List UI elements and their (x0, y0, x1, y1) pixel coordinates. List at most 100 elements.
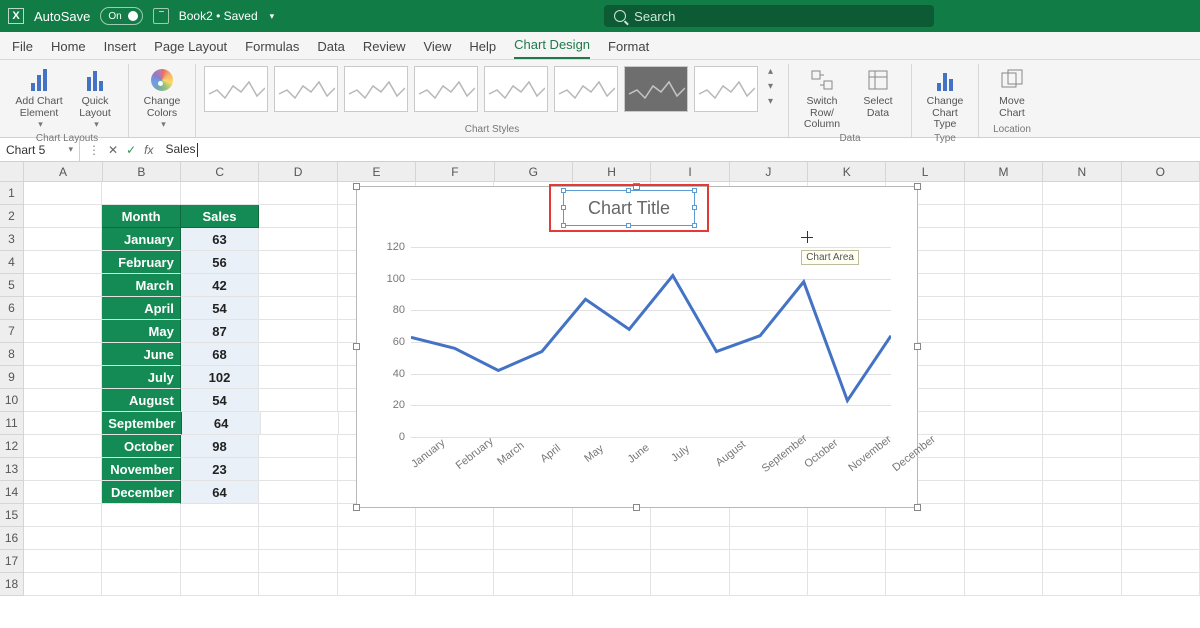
chart-style-thumb[interactable] (414, 66, 478, 112)
cell[interactable] (1043, 527, 1121, 550)
chart-plot-area[interactable]: 020406080100120JanuaryFebruaryMarchApril… (377, 243, 897, 499)
cell[interactable] (24, 550, 102, 573)
row-header[interactable]: 11 (0, 412, 24, 435)
cell[interactable] (494, 573, 572, 596)
cell[interactable] (1043, 182, 1121, 205)
cell[interactable] (259, 573, 337, 596)
cell[interactable] (24, 504, 102, 527)
resize-handle[interactable] (353, 504, 360, 511)
dropdown-caret-icon[interactable]: ▾ (270, 11, 275, 22)
document-title[interactable]: Book2 • Saved (179, 9, 258, 23)
cell[interactable] (730, 527, 808, 550)
cell[interactable] (1122, 366, 1200, 389)
cell[interactable] (1122, 228, 1200, 251)
select-all-corner[interactable] (0, 162, 24, 182)
cell[interactable] (965, 573, 1043, 596)
cancel-icon[interactable]: ✕ (108, 143, 118, 157)
cell[interactable] (24, 412, 102, 435)
cell[interactable] (1122, 343, 1200, 366)
column-header[interactable]: I (651, 162, 729, 182)
cell[interactable] (259, 343, 337, 366)
row-header[interactable]: 7 (0, 320, 24, 343)
cell[interactable] (730, 550, 808, 573)
cell[interactable] (181, 527, 259, 550)
save-icon[interactable] (153, 8, 169, 24)
worksheet-grid[interactable]: ABCDEFGHIJKLMNO 12MonthSales3January634F… (0, 162, 1200, 596)
cell[interactable] (886, 550, 964, 573)
cell[interactable] (1043, 366, 1121, 389)
row-header[interactable]: 18 (0, 573, 24, 596)
column-header[interactable]: K (808, 162, 886, 182)
tab-page-layout[interactable]: Page Layout (154, 39, 227, 59)
tab-home[interactable]: Home (51, 39, 86, 59)
cell[interactable] (338, 573, 416, 596)
cell[interactable] (1043, 274, 1121, 297)
resize-handle[interactable] (914, 504, 921, 511)
search-box[interactable]: Search (604, 5, 934, 27)
cell[interactable] (1043, 573, 1121, 596)
cell[interactable] (102, 573, 180, 596)
formula-input[interactable]: Sales (161, 142, 1200, 157)
cell[interactable] (1122, 251, 1200, 274)
cell[interactable] (24, 274, 102, 297)
column-header[interactable]: D (259, 162, 337, 182)
cell[interactable] (259, 458, 337, 481)
cell[interactable] (102, 550, 180, 573)
chart-styles-more[interactable]: ▴▾▾ (764, 66, 780, 107)
row-header[interactable]: 9 (0, 366, 24, 389)
row-header[interactable]: 1 (0, 182, 24, 205)
column-header[interactable]: L (886, 162, 964, 182)
chart-style-thumb[interactable] (204, 66, 268, 112)
row-header[interactable]: 8 (0, 343, 24, 366)
row-header[interactable]: 12 (0, 435, 24, 458)
resize-handle[interactable] (633, 504, 640, 511)
tab-format[interactable]: Format (608, 39, 649, 59)
cell[interactable] (1043, 205, 1121, 228)
chart-style-thumb[interactable] (344, 66, 408, 112)
row-header[interactable]: 17 (0, 550, 24, 573)
cell[interactable] (573, 550, 651, 573)
cell[interactable] (24, 205, 102, 228)
tab-chart-design[interactable]: Chart Design (514, 37, 590, 59)
name-box[interactable]: Chart 5 ▾ (0, 138, 80, 161)
cell[interactable] (965, 366, 1043, 389)
cell[interactable] (1122, 274, 1200, 297)
cell[interactable] (259, 228, 337, 251)
cell[interactable] (651, 527, 729, 550)
cell[interactable] (338, 550, 416, 573)
cell[interactable] (1122, 504, 1200, 527)
chart-style-thumb[interactable] (274, 66, 338, 112)
cell[interactable] (1122, 320, 1200, 343)
column-header[interactable]: J (730, 162, 808, 182)
change-colors-button[interactable]: Change Colors ▾ (137, 66, 187, 131)
cell[interactable] (965, 550, 1043, 573)
cell[interactable] (24, 182, 102, 205)
confirm-icon[interactable]: ✓ (126, 143, 136, 157)
cell[interactable] (965, 251, 1043, 274)
cell[interactable] (965, 458, 1043, 481)
cell[interactable] (1122, 297, 1200, 320)
cell[interactable] (965, 504, 1043, 527)
tab-formulas[interactable]: Formulas (245, 39, 299, 59)
cell[interactable] (259, 550, 337, 573)
cell[interactable] (965, 481, 1043, 504)
cell[interactable] (181, 550, 259, 573)
cell[interactable] (965, 435, 1043, 458)
cell[interactable] (1043, 320, 1121, 343)
cell[interactable] (24, 435, 102, 458)
cell[interactable] (1043, 251, 1121, 274)
row-header[interactable]: 15 (0, 504, 24, 527)
cell[interactable] (886, 527, 964, 550)
cell[interactable] (965, 527, 1043, 550)
cell[interactable] (1122, 205, 1200, 228)
cell[interactable] (416, 527, 494, 550)
cell[interactable] (259, 527, 337, 550)
cell[interactable] (1043, 435, 1121, 458)
row-header[interactable]: 5 (0, 274, 24, 297)
column-header[interactable]: F (416, 162, 494, 182)
cell[interactable] (965, 320, 1043, 343)
cell[interactable] (102, 182, 180, 205)
autosave-toggle[interactable]: On (100, 7, 142, 25)
chart-object[interactable]: Chart Title Chart Area 020406080100120Ja… (356, 186, 918, 508)
cell[interactable] (24, 297, 102, 320)
